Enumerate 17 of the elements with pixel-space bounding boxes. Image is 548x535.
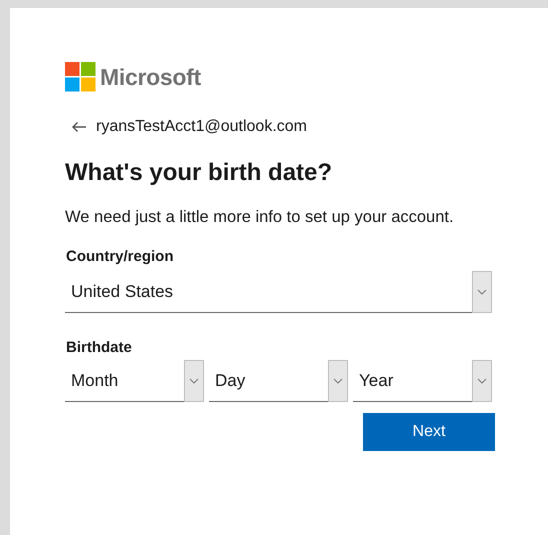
back-arrow-icon[interactable] (71, 121, 87, 133)
date-dropdown[interactable]: Year (353, 360, 492, 402)
field-label: Country/region (66, 248, 174, 265)
dropdown-chevron-icon (472, 271, 492, 313)
page-heading: What's your birth date? (65, 158, 334, 188)
next-button[interactable]: Next (363, 413, 495, 451)
account-email: ryansTestAcct1@outlook.com (96, 118, 307, 136)
dropdown-chevron-icon (472, 360, 492, 402)
date-dropdown[interactable]: Month (65, 360, 204, 402)
field-label: Birthdate (66, 339, 133, 356)
dropdown-chevron-icon (328, 360, 348, 402)
dropdown-chevron-icon (184, 360, 204, 402)
date-dropdown[interactable]: Day (209, 360, 348, 402)
country-dropdown[interactable]: United States (65, 271, 492, 313)
logo-icon (65, 62, 96, 92)
description-text: We need just a little more info to set up your account. (65, 207, 455, 228)
logo-text: Microsoft (100, 64, 201, 90)
